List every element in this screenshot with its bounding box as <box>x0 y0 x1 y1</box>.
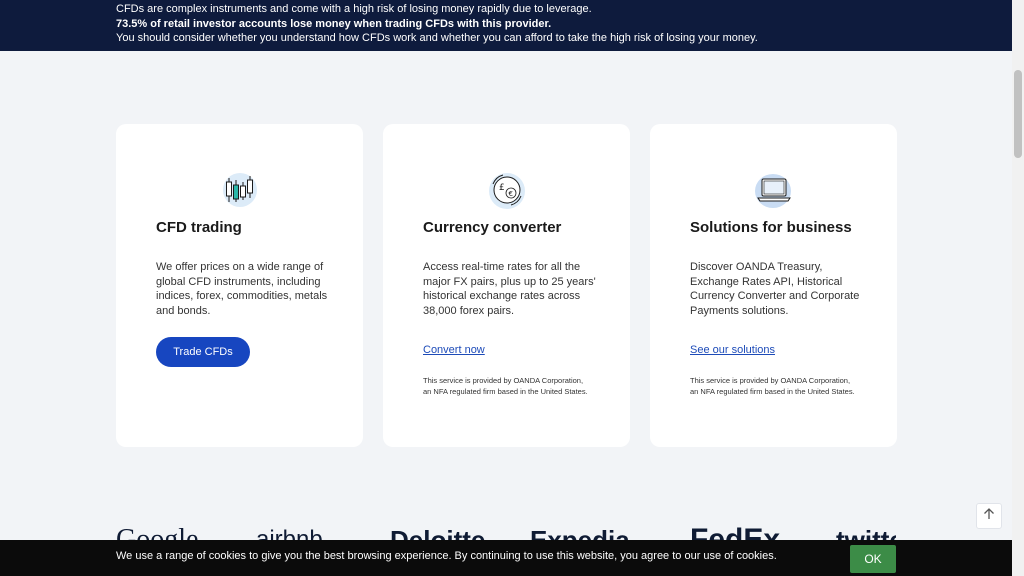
scrollbar-thumb[interactable] <box>1014 70 1022 158</box>
cookie-ok-button[interactable]: OK <box>850 545 896 573</box>
cookie-consent-bar: We use a range of cookies to give you th… <box>0 540 1012 576</box>
currency-exchange-icon: £ € <box>487 170 527 210</box>
laptop-icon <box>754 170 794 210</box>
card-description: Access real-time rates for all the major… <box>423 261 596 317</box>
service-note: This service is provided by OANDA Corpor… <box>423 376 588 396</box>
scroll-to-top-button[interactable] <box>976 503 1002 529</box>
candlestick-chart-icon <box>220 170 260 210</box>
risk-warning-banner: CFDs are complex instruments and come wi… <box>0 0 1012 51</box>
see-our-solutions-link[interactable]: See our solutions <box>690 344 775 356</box>
cookie-message: We use a range of cookies to give you th… <box>116 550 777 562</box>
page-scrollbar[interactable] <box>1012 0 1024 576</box>
card-description: Discover OANDA Treasury, Exchange Rates … <box>690 261 860 317</box>
card-title: Solutions for business <box>690 219 852 236</box>
card-description: We offer prices on a wide range of globa… <box>156 261 328 317</box>
svg-text:£: £ <box>499 183 505 193</box>
service-note: This service is provided by OANDA Corpor… <box>690 376 855 396</box>
card-title: CFD trading <box>156 219 242 236</box>
card-solutions-for-business: Solutions for business Discover OANDA Tr… <box>650 124 897 447</box>
risk-warning-line-2: 73.5% of retail investor accounts lose m… <box>116 17 552 30</box>
svg-text:€: € <box>509 190 513 198</box>
card-cfd-trading: CFD trading We offer prices on a wide ra… <box>116 124 363 447</box>
risk-warning-line-3: You should consider whether you understa… <box>116 32 758 44</box>
convert-now-link[interactable]: Convert now <box>423 344 485 356</box>
trade-cfds-button[interactable]: Trade CFDs <box>156 337 250 367</box>
arrow-up-icon <box>983 507 995 525</box>
card-title: Currency converter <box>423 219 562 236</box>
risk-warning-line-1: CFDs are complex instruments and come wi… <box>116 3 592 15</box>
card-currency-converter: £ € Currency converter Access real-time … <box>383 124 630 447</box>
